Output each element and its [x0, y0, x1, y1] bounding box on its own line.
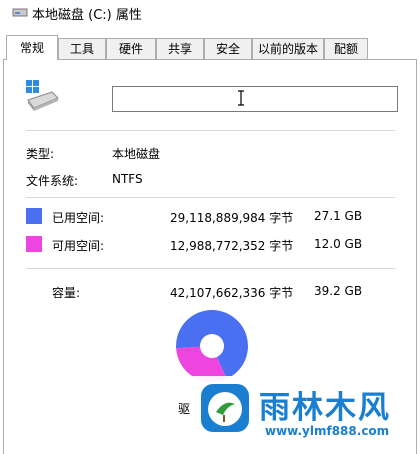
tab-quota[interactable]: 配额	[324, 38, 368, 59]
type-label: 类型:	[26, 147, 55, 161]
tab-tools[interactable]: 工具	[58, 38, 106, 59]
capacity-label: 容量:	[52, 286, 81, 300]
watermark-url: www.ylmf888.com	[265, 424, 390, 438]
watermark-logo-icon	[201, 384, 249, 432]
free-space-swatch	[26, 236, 42, 252]
tab-hardware[interactable]: 硬件	[106, 38, 156, 59]
watermark: 雨林木风 www.ylmf888.com	[193, 376, 415, 448]
free-space-bytes: 12,988,772,352 字节	[170, 239, 294, 253]
used-space-label: 已用空间:	[52, 211, 105, 225]
used-space-bytes: 29,118,889,984 字节	[170, 211, 294, 225]
type-value: 本地磁盘	[112, 147, 161, 161]
watermark-title: 雨林木风	[259, 390, 391, 426]
drive-icon	[26, 80, 59, 111]
window-title: 本地磁盘 (C:) 属性	[32, 8, 142, 23]
disk-usage-pie-chart	[176, 310, 248, 382]
separator	[26, 268, 396, 269]
filesystem-label: 文件系统:	[26, 174, 79, 188]
tab-sharing[interactable]: 共享	[156, 38, 204, 59]
used-space-size: 27.1 GB	[314, 209, 363, 223]
free-space-label: 可用空间:	[52, 239, 105, 253]
capacity-size: 39.2 GB	[314, 284, 363, 298]
capacity-bytes: 42,107,662,336 字节	[170, 286, 294, 300]
used-space-swatch	[26, 208, 42, 224]
title-bar: 本地磁盘 (C:) 属性	[0, 0, 420, 28]
drive-name-input[interactable]	[112, 86, 398, 112]
tab-general[interactable]: 常规	[6, 35, 58, 60]
free-space-size: 12.0 GB	[314, 237, 363, 251]
tab-strip: 常规 工具 硬件 共享 安全 以前的版本 配额	[0, 35, 420, 60]
drive-small-icon	[12, 8, 28, 17]
filesystem-value: NTFS	[112, 172, 143, 186]
tab-security[interactable]: 安全	[204, 38, 252, 59]
tab-previous-versions[interactable]: 以前的版本	[252, 38, 324, 59]
separator	[26, 130, 396, 131]
separator	[26, 197, 396, 198]
text-cursor-icon	[238, 90, 244, 106]
